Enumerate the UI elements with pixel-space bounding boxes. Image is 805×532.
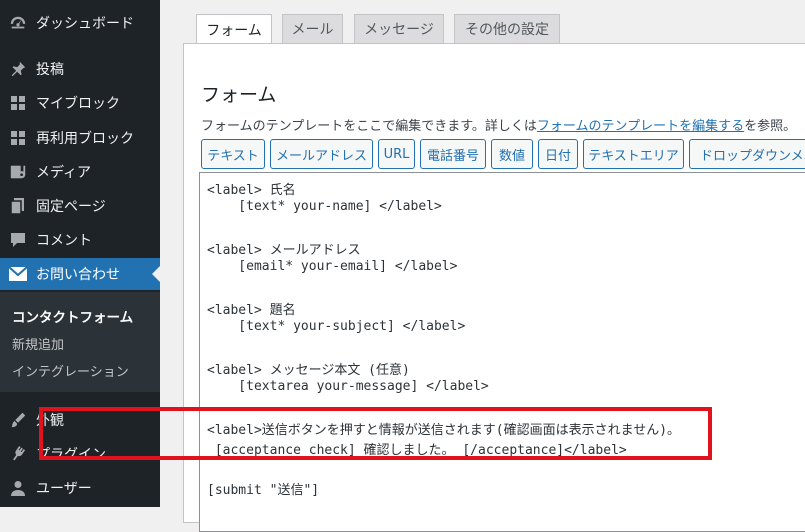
sidebar-item-users[interactable]: ユーザー [0,472,160,504]
tab-other-settings[interactable]: その他の設定 [454,14,560,43]
sidebar-item-my-blocks[interactable]: マイブロック [0,87,160,119]
tab-messages[interactable]: メッセージ [354,14,444,43]
tag-button-url[interactable]: URL [378,139,415,169]
brush-icon [0,411,36,429]
sidebar-item-label: お問い合わせ [36,267,120,283]
sidebar-item-pages[interactable]: 固定ページ [0,190,160,222]
sidebar-item-contact[interactable]: お問い合わせ [0,258,160,290]
user-icon [0,480,36,496]
code-line: [acceptance check] 確認しました。 [/acceptance]… [207,443,627,458]
pin-icon [0,60,36,78]
tag-button-dropdown[interactable]: ドロップダウンメニ [689,139,805,169]
sidebar-item-label: コメント [36,233,92,249]
tab-mail[interactable]: メール [282,14,343,43]
sidebar-item-label: メディア [36,165,92,181]
admin-sidebar: ダッシュボード 投稿 マイブロック 再利用ブロック メディア 固定ページ コメン… [0,0,160,507]
sidebar-item-media[interactable]: メディア [0,156,160,188]
code-line: [text* your-subject] </label> [207,319,466,334]
sidebar-item-label: 外観 [36,413,64,429]
tag-button-tel[interactable]: 電話番号 [420,139,486,169]
form-panel: フォーム フォームのテンプレートをここで編集できます。詳しくはフォームのテンプレ… [183,43,805,532]
form-template-editor[interactable]: <label> 氏名 [text* your-name] </label> <l… [199,172,805,532]
comment-icon [0,232,36,248]
active-indicator [152,266,160,282]
sidebar-item-appearance[interactable]: 外観 [0,404,160,436]
code-line: <label>送信ボタンを押すと情報が送信されます(確認画面は表示されません)。 [207,423,681,438]
code-line: [textarea your-message] </label> [207,379,489,394]
page-icon [0,197,36,215]
sidebar-item-dashboard[interactable]: ダッシュボード [0,7,160,39]
blocks-icon [0,95,36,111]
dashboard-icon [0,14,36,32]
code-line: <label> 氏名 [207,183,296,198]
sidebar-item-label: 固定ページ [36,199,106,215]
sidebar-item-reusable-blocks[interactable]: 再利用ブロック [0,122,160,154]
sidebar-item-label: プラグイン [36,447,106,463]
edit-template-link[interactable]: フォームのテンプレートを編集する [537,119,744,134]
code-line: <label> メールアドレス [207,243,361,258]
media-icon [0,163,36,181]
code-line: [email* your-email] </label> [207,259,458,274]
contact-submenu: コンタクトフォーム 新規追加 インテグレーション [0,292,160,392]
sidebar-item-label: ダッシュボード [36,16,134,32]
submenu-item-integration[interactable]: インテグレーション [12,361,129,380]
main-content: フォーム メール メッセージ その他の設定 フォーム フォームのテンプレートをこ… [160,0,805,532]
sidebar-item-label: ユーザー [36,481,92,497]
description-suffix: を参照。 [744,119,797,134]
tag-button-date[interactable]: 日付 [538,139,578,169]
sidebar-item-plugins[interactable]: プラグイン [0,438,160,470]
panel-description: フォームのテンプレートをここで編集できます。詳しくはフォームのテンプレートを編集… [201,115,796,134]
sidebar-item-posts[interactable]: 投稿 [0,53,160,85]
tag-button-number[interactable]: 数値 [491,139,533,169]
code-line: [text* your-name] </label> [207,199,442,214]
sidebar-item-comments[interactable]: コメント [0,224,160,256]
tag-button-email[interactable]: メールアドレス [270,139,373,169]
plugin-icon [0,445,36,463]
sidebar-item-label: 投稿 [36,62,64,78]
mail-icon [0,267,36,281]
panel-title: フォーム [201,84,277,106]
description-text: フォームのテンプレートをここで編集できます。詳しくは [201,119,537,134]
tag-button-text[interactable]: テキスト [201,139,265,169]
code-line: [submit "送信"] [207,483,320,498]
code-line: <label> メッセージ本文 (任意) [207,363,410,378]
tag-button-textarea[interactable]: テキストエリア [583,139,684,169]
tab-form[interactable]: フォーム [196,14,272,45]
sidebar-item-label: 再利用ブロック [36,131,134,147]
submenu-item-contact-forms[interactable]: コンタクトフォーム [12,306,133,326]
submenu-item-add-new[interactable]: 新規追加 [12,334,64,353]
code-line: <label> 題名 [207,303,296,318]
sidebar-item-label: マイブロック [36,96,120,112]
blocks-icon [0,130,36,146]
